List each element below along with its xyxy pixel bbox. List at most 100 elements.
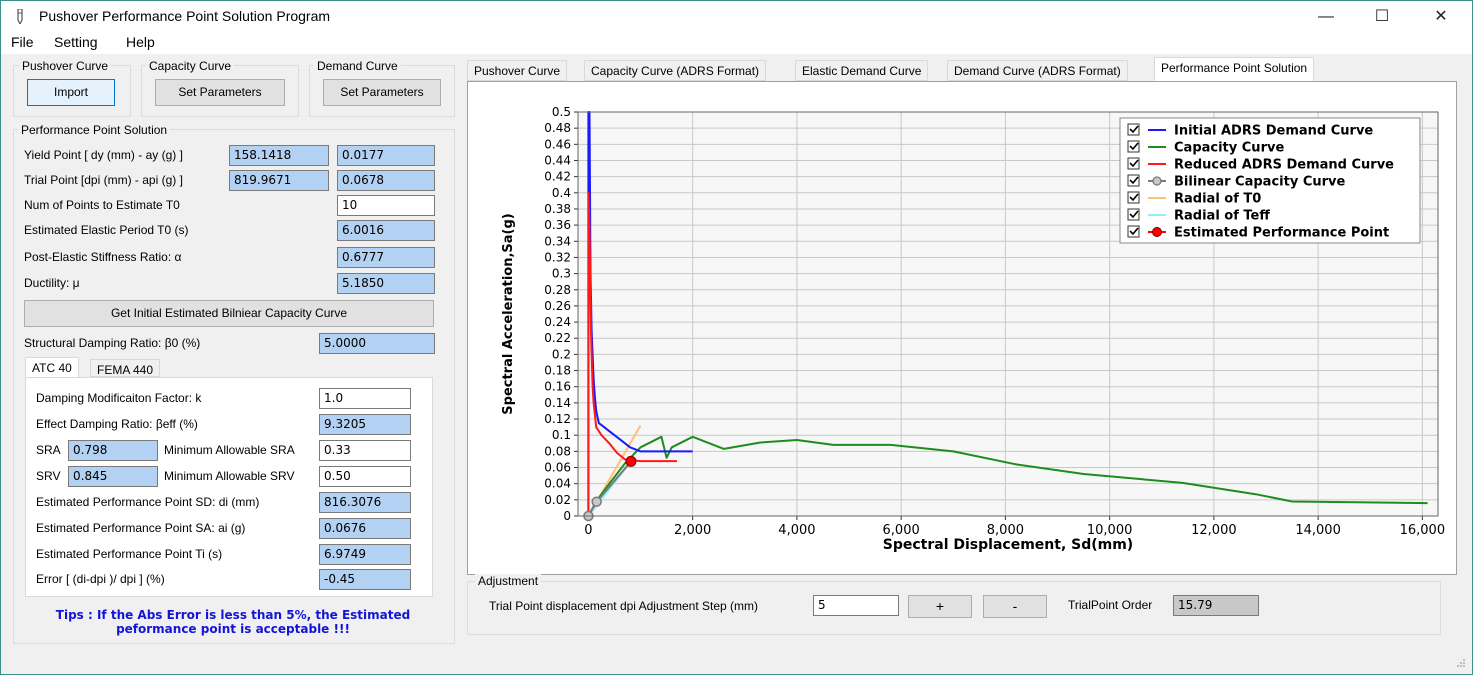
capacity-set-parameters-button[interactable]: Set Parameters xyxy=(155,79,285,106)
performance-point-marker xyxy=(625,455,637,467)
sra-label: SRA xyxy=(36,443,61,457)
yield-ay-field[interactable]: 0.0177 xyxy=(337,145,435,166)
pushover-curve-group-title: Pushover Curve xyxy=(19,59,112,73)
effective-damping-label: Effect Damping Ratio: βeff (%) xyxy=(36,417,198,431)
resize-grip-icon[interactable] xyxy=(1456,658,1466,668)
menu-bar: File Setting Help xyxy=(1,32,1472,54)
y-tick-label: 0.28 xyxy=(544,283,571,297)
min-srv-label: Minimum Allowable SRV xyxy=(164,469,295,483)
performance-point-group-title: Performance Point Solution xyxy=(18,123,171,137)
import-button[interactable]: Import xyxy=(27,79,115,106)
app-window: Pushover Performance Point Solution Prog… xyxy=(0,0,1473,675)
adjustment-group-title: Adjustment xyxy=(475,574,542,588)
adjust-step-input[interactable]: 5 xyxy=(813,595,899,616)
maximize-button[interactable]: ☐ xyxy=(1354,1,1410,32)
x-tick-label: 6,000 xyxy=(883,523,920,538)
tab-capacity-curve-adrs[interactable]: Capacity Curve (ADRS Format) xyxy=(584,60,767,81)
elastic-period-field[interactable]: 6.0016 xyxy=(337,220,435,241)
min-srv-input[interactable]: 0.50 xyxy=(319,466,411,487)
capacity-curve-group-title: Capacity Curve xyxy=(146,59,235,73)
y-tick-label: 0.4 xyxy=(552,186,571,200)
tab-fema440[interactable]: FEMA 440 xyxy=(90,359,161,377)
y-tick-label: 0.12 xyxy=(544,412,571,426)
tips-line-1: Tips : If the Abs Error is less than 5%,… xyxy=(55,608,411,622)
close-button[interactable]: ✕ xyxy=(1413,1,1469,32)
ductility-label: Ductility: μ xyxy=(24,276,80,290)
trial-point-order-field[interactable]: 15.79 xyxy=(1173,595,1259,616)
trial-point-label: Trial Point [dpi (mm) - api (g) ] xyxy=(24,173,183,187)
y-tick-label: 0.48 xyxy=(544,121,571,135)
menu-file[interactable]: File xyxy=(11,34,34,50)
trial-dpi-field[interactable]: 819.9671 xyxy=(229,170,329,191)
tab-performance-point-solution[interactable]: Performance Point Solution xyxy=(1154,57,1315,81)
damping-ratio-field[interactable]: 5.0000 xyxy=(319,333,435,354)
y-tick-label: 0.18 xyxy=(544,364,571,378)
legend-label: Radial of Teff xyxy=(1174,209,1270,224)
min-sra-input[interactable]: 0.33 xyxy=(319,440,411,461)
srv-field[interactable]: 0.845 xyxy=(68,466,158,487)
perf-ti-field[interactable]: 6.9749 xyxy=(319,544,411,565)
menu-help[interactable]: Help xyxy=(126,34,155,50)
decrement-button[interactable]: - xyxy=(983,595,1047,618)
y-axis-label: Spectral Acceleration,Sa(g) xyxy=(501,213,516,414)
damping-ratio-label: Structural Damping Ratio: β0 (%) xyxy=(24,336,201,350)
error-label: Error [ (di-dpi )/ dpi ] (%) xyxy=(36,572,165,586)
legend-marker xyxy=(1152,176,1162,186)
y-tick-label: 0.04 xyxy=(544,477,571,491)
tab-pushover-curve[interactable]: Pushover Curve xyxy=(467,60,568,81)
demand-set-parameters-button[interactable]: Set Parameters xyxy=(323,79,441,106)
increment-button[interactable]: + xyxy=(908,595,972,618)
x-tick-label: 12,000 xyxy=(1191,523,1237,538)
y-tick-label: 0.36 xyxy=(544,218,571,232)
ductility-field[interactable]: 5.1850 xyxy=(337,273,435,294)
x-tick-label: 4,000 xyxy=(778,523,815,538)
effective-damping-field[interactable]: 9.3205 xyxy=(319,414,411,435)
y-tick-label: 0.08 xyxy=(544,444,571,458)
trial-api-field[interactable]: 0.0678 xyxy=(337,170,435,191)
num-points-label: Num of Points to Estimate T0 xyxy=(24,198,180,212)
y-tick-label: 0.2 xyxy=(552,347,571,361)
stiffness-ratio-field[interactable]: 0.6777 xyxy=(337,247,435,268)
y-tick-label: 0.1 xyxy=(552,428,571,442)
x-axis-label: Spectral Displacement, Sd(mm) xyxy=(883,537,1133,553)
title-bar: Pushover Performance Point Solution Prog… xyxy=(1,1,1472,32)
chart-panel: 0 2,000 4,000 6,000 8,000 10,000 12,000 14,000 1… xyxy=(467,81,1457,575)
trial-point-order-label: TrialPoint Order xyxy=(1068,598,1153,612)
legend-label: Bilinear Capacity Curve xyxy=(1174,175,1346,190)
tips-text: Tips : If the Abs Error is less than 5%,… xyxy=(23,608,443,636)
y-tick-label: 0.26 xyxy=(544,299,571,313)
bilinear-curve-button[interactable]: Get Initial Estimated Bilniear Capacity … xyxy=(24,300,434,327)
error-field[interactable]: -0.45 xyxy=(319,569,411,590)
y-tick-label: 0.06 xyxy=(544,461,571,475)
menu-setting[interactable]: Setting xyxy=(54,34,98,50)
perf-ti-label: Estimated Performance Point Ti (s) xyxy=(36,547,223,561)
perf-sa-field[interactable]: 0.0676 xyxy=(319,518,411,539)
chart-legend[interactable]: Initial ADRS Demand Curve Capacity Curve R… xyxy=(1119,117,1421,244)
y-tick-label: 0.22 xyxy=(544,331,571,345)
tab-atc40[interactable]: ATC 40 xyxy=(25,357,79,378)
yield-dy-field[interactable]: 158.1418 xyxy=(229,145,329,166)
x-tick-label: 14,000 xyxy=(1295,523,1341,538)
tab-elastic-demand-curve[interactable]: Elastic Demand Curve xyxy=(795,60,929,81)
tab-demand-curve-adrs[interactable]: Demand Curve (ADRS Format) xyxy=(947,60,1128,81)
x-tick-label: 10,000 xyxy=(1087,523,1133,538)
srv-label: SRV xyxy=(36,469,61,483)
damping-factor-label: Damping Modificaiton Factor: k xyxy=(36,391,202,405)
pen-icon xyxy=(17,9,23,24)
y-tick-label: 0.38 xyxy=(544,202,571,216)
y-tick-label: 0.24 xyxy=(544,315,571,329)
y-tick-label: 0.16 xyxy=(544,380,571,394)
window-title: Pushover Performance Point Solution Prog… xyxy=(39,8,331,24)
legend-label: Capacity Curve xyxy=(1174,141,1284,156)
elastic-period-label: Estimated Elastic Period T0 (s) xyxy=(24,223,189,237)
y-tick-label: 0.3 xyxy=(552,267,571,281)
minimize-button[interactable]: — xyxy=(1298,1,1354,32)
y-tick-label: 0 xyxy=(563,509,571,523)
damping-factor-input[interactable]: 1.0 xyxy=(319,388,411,409)
perf-sd-field[interactable]: 816.3076 xyxy=(319,492,411,513)
num-points-input[interactable]: 10 xyxy=(337,195,435,216)
x-tick-label: 2,000 xyxy=(674,523,711,538)
sra-field[interactable]: 0.798 xyxy=(68,440,158,461)
demand-curve-group-title: Demand Curve xyxy=(314,59,401,73)
y-tick-label: 0.32 xyxy=(544,250,571,264)
